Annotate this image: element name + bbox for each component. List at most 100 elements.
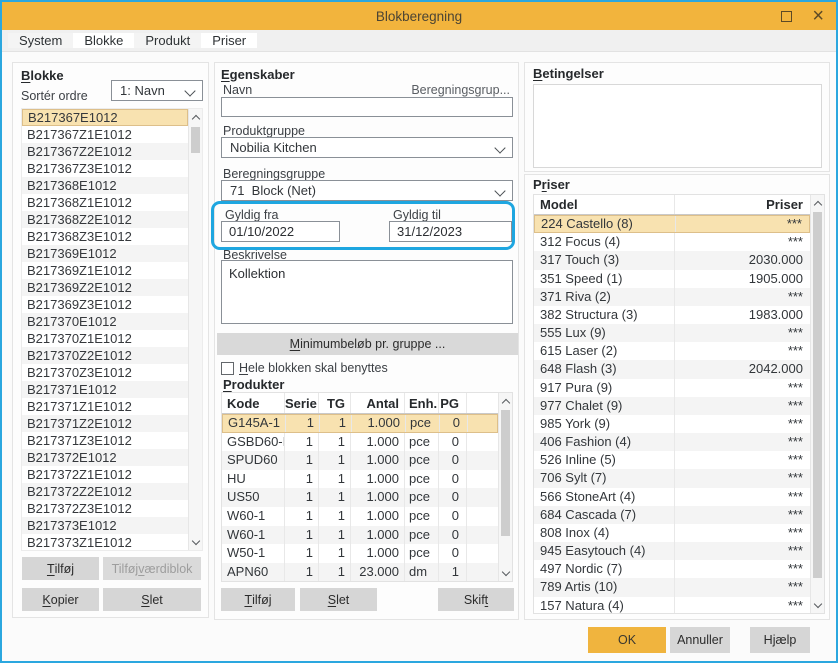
produktgruppe-select[interactable]: Nobilia Kitchen (221, 137, 513, 158)
tilfoj-produkt-button[interactable]: Tilføj (221, 588, 295, 611)
table-row[interactable]: APN60 1 1 23.000 dm 1 (222, 563, 498, 582)
minimumbelob-button[interactable]: Minimumbeløb pr. gruppe ... (217, 333, 518, 355)
list-item[interactable]: B217368Z3E1012 (22, 228, 188, 245)
scroll-down-icon[interactable] (499, 565, 512, 581)
table-row[interactable]: 684 Cascada (7) *** (534, 506, 810, 524)
list-item[interactable]: B217370Z2E1012 (22, 347, 188, 364)
list-item[interactable]: B217371Z1E1012 (22, 398, 188, 415)
table-row[interactable]: 789 Artis (10) *** (534, 578, 810, 596)
scrollbar[interactable] (188, 109, 202, 550)
table-row[interactable]: 371 Riva (2) *** (534, 288, 810, 306)
scrollbar[interactable] (498, 393, 512, 581)
close-icon[interactable]: × (812, 6, 824, 26)
list-item[interactable]: B217372Z1E1012 (22, 466, 188, 483)
column-header[interactable]: Serie (284, 393, 318, 413)
list-item[interactable]: B217369Z2E1012 (22, 279, 188, 296)
list-item[interactable]: B217369E1012 (22, 245, 188, 262)
table-row[interactable]: 497 Nordic (7) *** (534, 560, 810, 578)
table-row[interactable]: G145A-1 1 1 1.000 pce 0 (222, 414, 498, 433)
list-item[interactable]: B217371Z3E1012 (22, 432, 188, 449)
menu-item[interactable]: Blokke (73, 33, 134, 48)
list-item[interactable]: B217368Z2E1012 (22, 211, 188, 228)
navn-input[interactable] (221, 97, 513, 117)
table-row[interactable]: W50-1 1 1 1.000 pce 0 (222, 544, 498, 563)
list-item[interactable]: B217367Z3E1012 (22, 160, 188, 177)
list-item[interactable]: B217371E1012 (22, 381, 188, 398)
list-item[interactable]: B217367Z2E1012 (22, 143, 188, 160)
gyldig-fra-input[interactable] (221, 221, 340, 242)
table-row[interactable]: 382 Structura (3) 1983.000 (534, 306, 810, 324)
list-item[interactable]: B217369Z1E1012 (22, 262, 188, 279)
table-row[interactable]: 985 York (9) *** (534, 415, 810, 433)
table-row[interactable]: 615 Laser (2) *** (534, 342, 810, 360)
column-header[interactable]: Kode (222, 393, 284, 413)
annuller-button[interactable]: Annuller (670, 627, 730, 653)
table-row[interactable]: SPUD60 1 1 1.000 pce 0 (222, 451, 498, 470)
list-item[interactable]: B217367Z1E1012 (22, 126, 188, 143)
menu-item[interactable]: Priser (201, 33, 257, 48)
ok-button[interactable]: OK (588, 627, 666, 653)
list-item[interactable]: B217369Z3E1012 (22, 296, 188, 313)
sort-order-select[interactable]: 1: Navn (111, 80, 203, 101)
slet-produkt-button[interactable]: Slet (300, 588, 377, 611)
tilfoj-vaerdiblok-button[interactable]: Tilføj værdiblok (103, 557, 201, 580)
list-item[interactable]: B217371Z2E1012 (22, 415, 188, 432)
title-bar[interactable]: Blokberegning × (2, 2, 836, 30)
scrollbar-thumb[interactable] (191, 127, 200, 153)
scroll-down-icon[interactable] (189, 534, 202, 550)
scrollbar[interactable] (810, 195, 824, 613)
column-header[interactable]: Priser (674, 195, 810, 214)
list-item[interactable]: B217370Z3E1012 (22, 364, 188, 381)
list-item[interactable]: B217368Z1E1012 (22, 194, 188, 211)
table-row[interactable]: 351 Speed (1) 1905.000 (534, 270, 810, 288)
table-row[interactable]: 312 Focus (4) *** (534, 233, 810, 251)
tilfoj-blok-button[interactable]: Tilføj (22, 557, 99, 580)
table-row[interactable]: US50 1 1 1.000 pce 0 (222, 488, 498, 507)
table-row[interactable]: 945 Easytouch (4) *** (534, 542, 810, 560)
list-item[interactable]: B217368E1012 (22, 177, 188, 194)
table-row[interactable]: 808 Inox (4) *** (534, 524, 810, 542)
table-row[interactable]: 526 Inline (5) *** (534, 451, 810, 469)
menu-item[interactable]: Produkt (134, 33, 201, 48)
scrollbar-thumb[interactable] (813, 212, 822, 578)
scrollbar-thumb[interactable] (501, 410, 510, 536)
table-row[interactable]: 555 Lux (9) *** (534, 324, 810, 342)
column-header[interactable]: Enh... (404, 393, 438, 413)
list-item[interactable]: B217373Z1E1012 (22, 534, 188, 551)
list-item[interactable]: B217367E1012 (22, 109, 188, 126)
table-row[interactable]: 648 Flash (3) 2042.000 (534, 360, 810, 378)
betingelser-textarea[interactable] (533, 84, 822, 168)
list-item[interactable]: B217370Z1E1012 (22, 330, 188, 347)
maximize-icon[interactable] (781, 11, 792, 22)
beregningsgruppe-select[interactable]: 71 Block (Net) (221, 180, 513, 201)
list-item[interactable]: B217372E1012 (22, 449, 188, 466)
table-row[interactable]: 224 Castello (8) *** (534, 215, 810, 233)
table-row[interactable]: HU 1 1 1.000 pce 0 (222, 470, 498, 489)
table-row[interactable]: 157 Natura (4) *** (534, 597, 810, 614)
kopier-button[interactable]: Kopier (22, 588, 99, 611)
column-header[interactable]: Antal (350, 393, 404, 413)
hele-blokken-checkbox[interactable] (221, 362, 234, 375)
skift-button[interactable]: Skift (438, 588, 514, 611)
scroll-up-icon[interactable] (499, 393, 512, 409)
column-header[interactable]: Model (534, 195, 674, 214)
table-row[interactable]: GSBD60-I 1 1 1.000 pce 0 (222, 433, 498, 452)
beskrivelse-textarea[interactable]: Kollektion (221, 260, 513, 324)
table-row[interactable]: 406 Fashion (4) *** (534, 433, 810, 451)
list-item[interactable]: B217370E1012 (22, 313, 188, 330)
table-row[interactable]: W60-1 1 1 1.000 pce 0 (222, 507, 498, 526)
table-row[interactable]: 566 StoneArt (4) *** (534, 488, 810, 506)
menu-item[interactable]: System (8, 33, 73, 48)
column-header[interactable]: TG (318, 393, 350, 413)
list-item[interactable]: B217372Z3E1012 (22, 500, 188, 517)
table-row[interactable]: 977 Chalet (9) *** (534, 397, 810, 415)
table-row[interactable]: W60-1 1 1 1.000 pce 0 (222, 526, 498, 545)
hjaelp-button[interactable]: Hjælp (750, 627, 810, 653)
table-row[interactable]: 706 Sylt (7) *** (534, 469, 810, 487)
column-header[interactable]: PG (438, 393, 466, 413)
gyldig-til-input[interactable] (389, 221, 512, 242)
slet-blok-button[interactable]: Slet (103, 588, 201, 611)
table-row[interactable]: 317 Touch (3) 2030.000 (534, 251, 810, 269)
list-item[interactable]: B217373E1012 (22, 517, 188, 534)
scroll-up-icon[interactable] (811, 195, 824, 211)
